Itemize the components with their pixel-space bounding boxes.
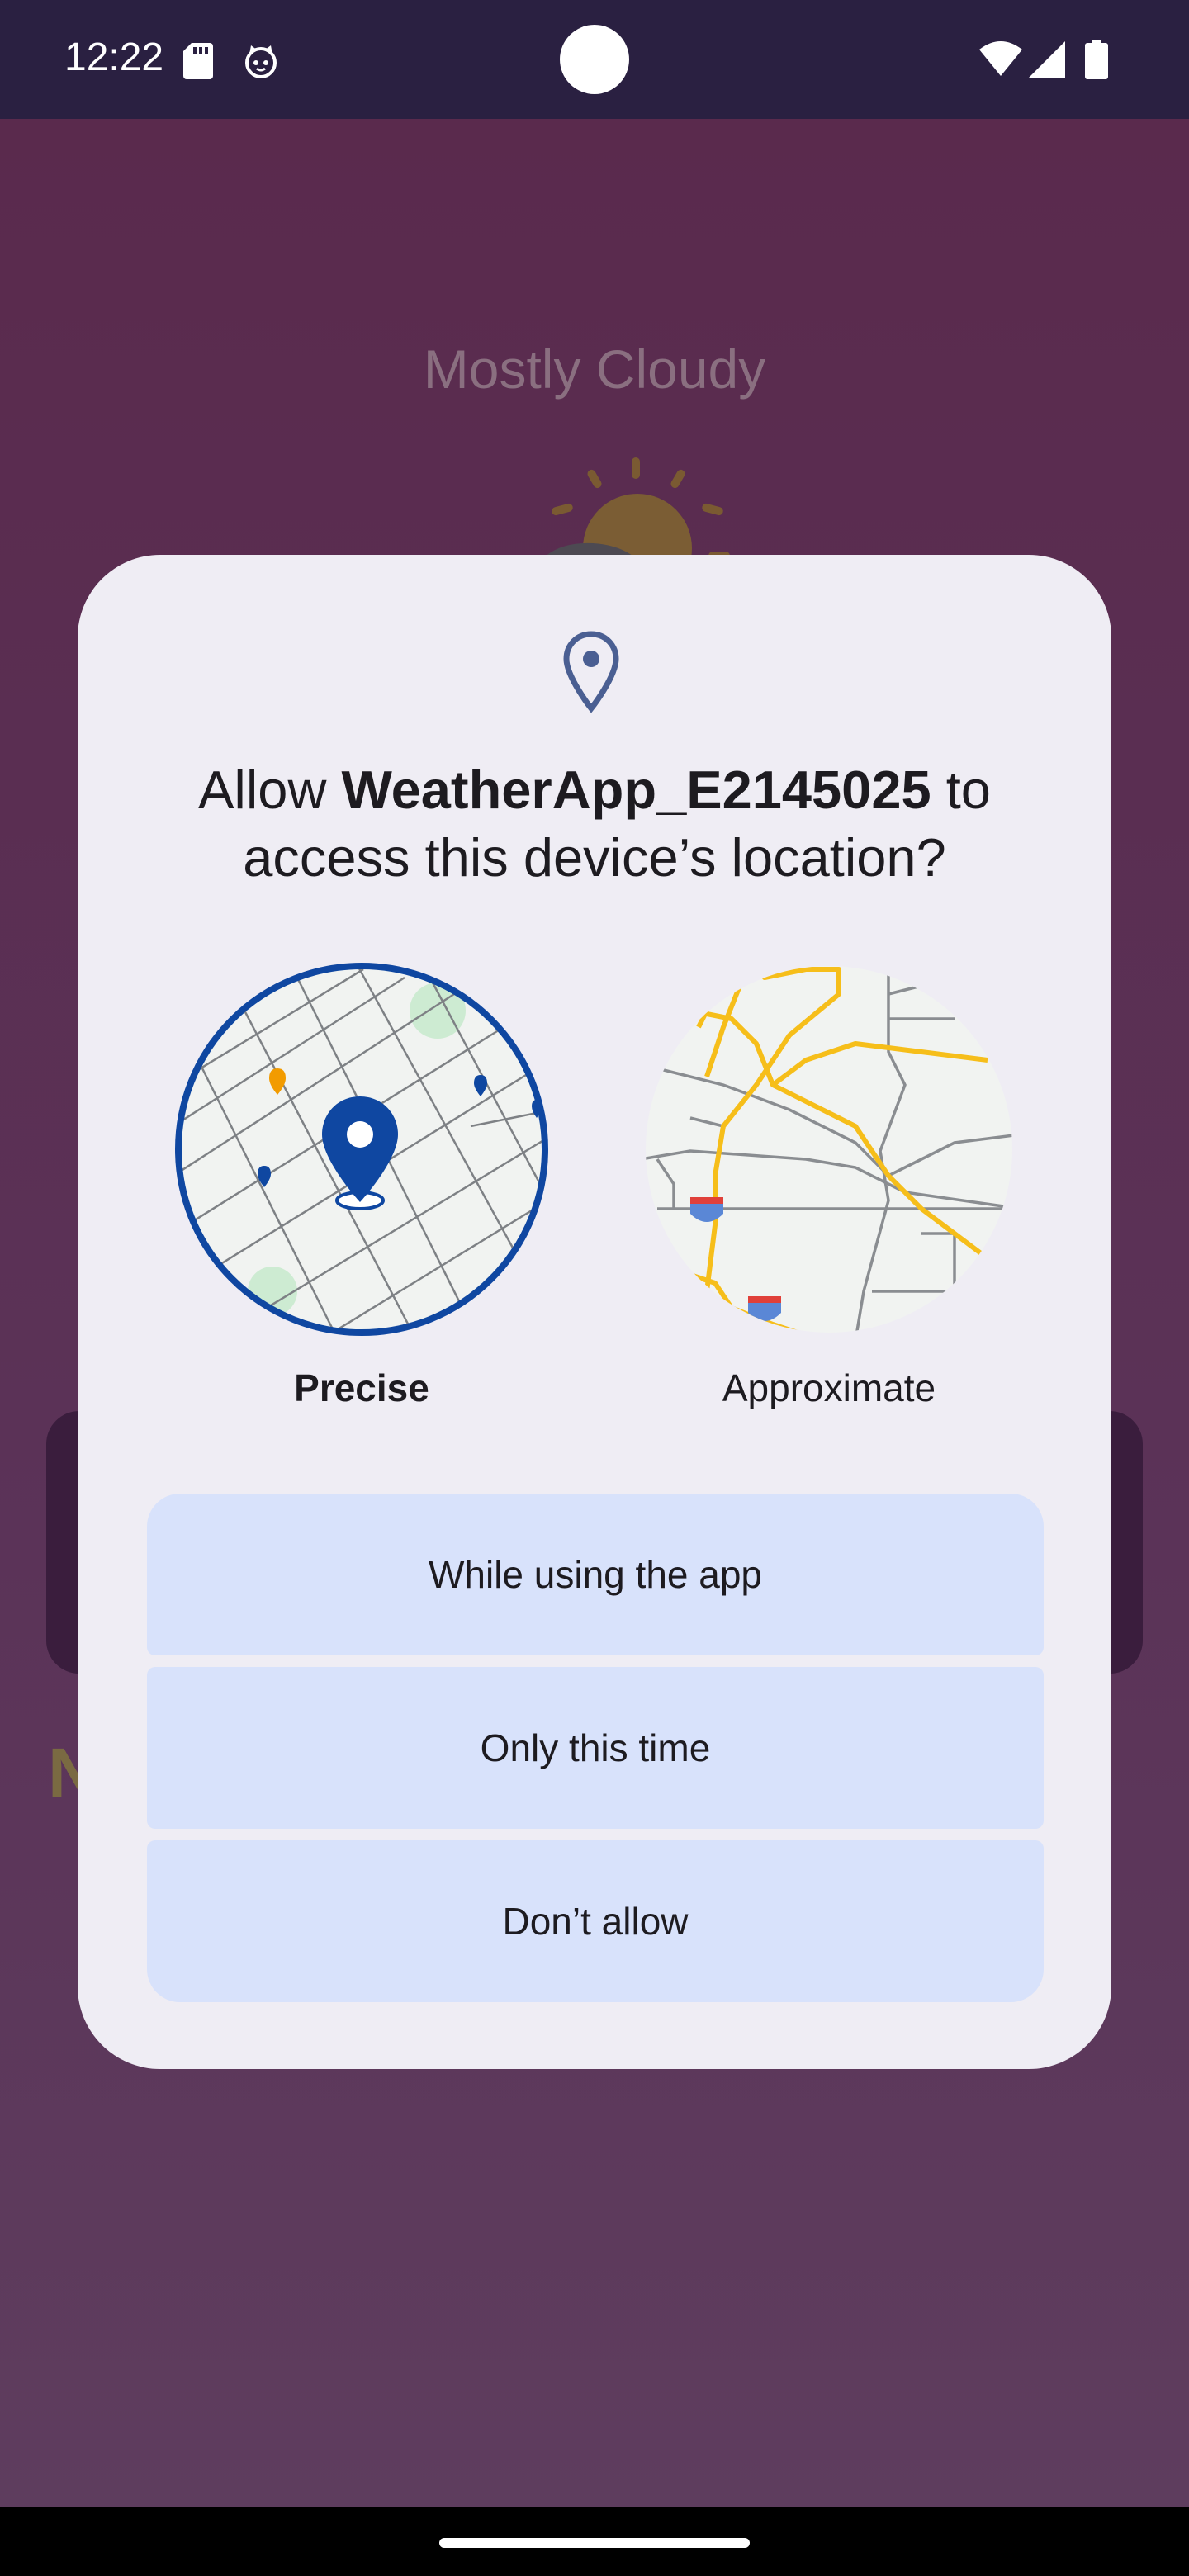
approximate-location-option[interactable] [641,961,1017,1338]
precise-label[interactable]: Precise [173,1366,550,1410]
wifi-icon [979,41,1022,76]
while-using-app-button[interactable]: While using the app [147,1494,1044,1655]
dialog-title: Allow WeatherApp_E2145025 to access this… [198,760,991,888]
signal-icon [1029,41,1065,78]
approximate-label[interactable]: Approximate [641,1366,1017,1410]
status-time: 12:22 [64,36,164,79]
camera-cutout [560,25,629,94]
location-pin-icon [563,631,619,713]
only-this-time-button[interactable]: Only this time [147,1667,1044,1829]
location-permission-dialog: Allow WeatherApp_E2145025 to access this… [78,555,1111,2069]
sd-card-icon [183,43,213,79]
dont-allow-button[interactable]: Don’t allow [147,1840,1044,2002]
weather-condition: Mostly Cloudy [423,339,766,400]
app-name: WeatherApp_E2145025 [341,760,931,820]
battery-icon [1085,40,1108,79]
cat-icon [245,45,277,78]
navigation-bar [0,2507,1189,2576]
precise-location-option[interactable] [173,961,550,1338]
home-gesture-handle[interactable] [439,2538,750,2548]
status-bar: 12:22 [0,0,1189,119]
